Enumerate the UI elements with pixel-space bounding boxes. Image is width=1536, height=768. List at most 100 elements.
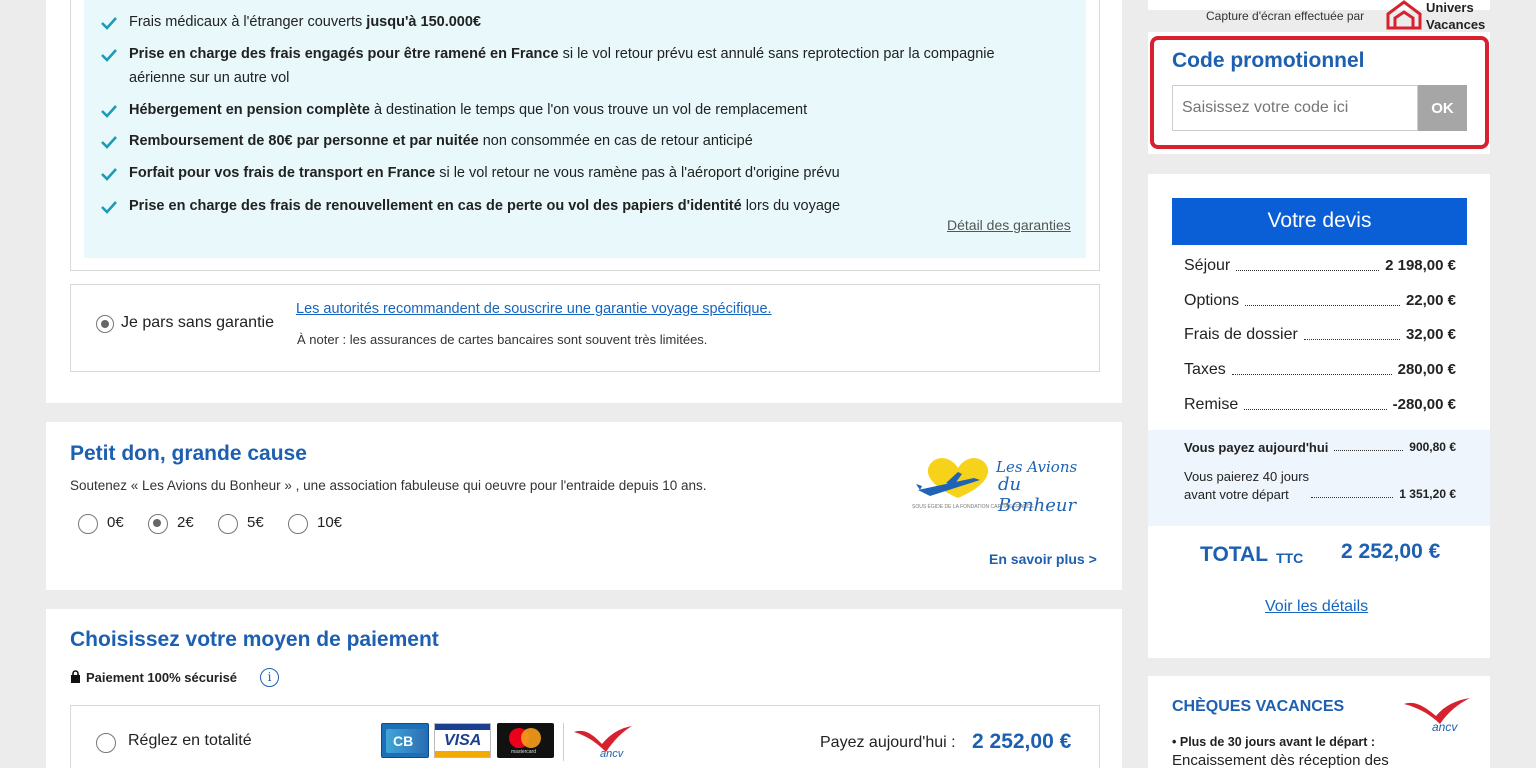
check-icon <box>100 167 118 181</box>
dots <box>1245 305 1400 306</box>
devis-row: Frais de dossier 32,00 € <box>1184 326 1456 344</box>
full-payment-radio[interactable] <box>96 733 116 753</box>
devis-row-value: 32,00 € <box>1405 326 1456 343</box>
guarantee-bold-text: Hébergement en pension complète <box>129 102 370 118</box>
dots <box>1310 497 1394 498</box>
devis-row-value: -280,00 € <box>1392 396 1456 413</box>
avions-du-bonheur-logo: Les Avions du Bonheur SOUS ÉGIDE DE LA F… <box>910 450 1080 522</box>
bank-card-note: À noter : les assurances de cartes banca… <box>297 332 708 347</box>
pay-today-row: Vous payez aujourd'hui 900,80 € <box>1184 440 1456 455</box>
devis-row-value: 22,00 € <box>1405 292 1456 309</box>
devis-row-label: Remise <box>1184 396 1239 413</box>
brand-line1: Univers <box>1426 0 1474 15</box>
guarantee-item: Hébergement en pension complète à destin… <box>129 99 807 122</box>
guarantee-bold-text: jusqu'à 150.000€ <box>366 14 481 30</box>
guarantee-item: aérienne sur un autre vol <box>129 67 289 90</box>
donation-more-link[interactable]: En savoir plus > <box>989 551 1097 567</box>
ancv-icon: ancv <box>572 722 634 762</box>
guarantee-list-bg <box>84 0 1086 258</box>
donation-radio[interactable] <box>288 514 308 534</box>
secure-label: Paiement 100% sécurisé <box>86 670 238 685</box>
total-label: TOTAL <box>1200 543 1269 566</box>
donation-radio[interactable] <box>78 514 98 534</box>
promo-code-input[interactable] <box>1172 85 1418 131</box>
devis-row-label: Options <box>1184 292 1240 309</box>
pay-today-row-label: Vous payez aujourd'hui <box>1184 440 1329 455</box>
pay-later-value: 1 351,20 € <box>1399 487 1456 501</box>
pay-later-line1: Vous paierez 40 jours <box>1184 469 1310 484</box>
pay-later-line2: avant votre départ <box>1184 487 1289 502</box>
guarantee-text: Frais médicaux à l'étranger couverts <box>129 14 367 30</box>
pay-later-row: avant votre départ 1 351,20 € <box>1184 487 1456 502</box>
donation-option-label[interactable]: 0€ <box>107 514 124 531</box>
donation-option-label[interactable]: 2€ <box>177 514 194 531</box>
guarantee-item: Forfait pour vos frais de transport en F… <box>129 162 840 185</box>
cheques-bullet: • Plus de 30 jours avant le départ : <box>1172 735 1376 749</box>
donation-radio[interactable] <box>148 514 168 534</box>
check-icon <box>100 200 118 214</box>
dots <box>1236 270 1380 271</box>
guarantee-text: lors du voyage <box>741 198 841 214</box>
brand-line2: Vacances <box>1426 17 1486 32</box>
promo-title: Code promotionnel <box>1172 49 1365 72</box>
devis-row-label: Séjour <box>1184 257 1231 274</box>
cheques-text: Encaissement dès réception des <box>1172 752 1389 768</box>
devis-panel <box>1148 174 1490 658</box>
logo-sub: SOUS ÉGIDE DE LA FONDATION CARITAS FRANC… <box>912 504 1034 510</box>
promo-ok-button[interactable]: OK <box>1418 85 1467 131</box>
guarantee-text: à destination le temps que l'on vous tro… <box>369 102 808 118</box>
guarantee-text: non consommée en cas de retour anticipé <box>478 133 753 149</box>
guarantee-item: Prise en charge des frais de renouvellem… <box>129 195 840 218</box>
devis-row-value: 2 198,00 € <box>1385 257 1456 274</box>
devis-title: Votre devis <box>1267 209 1372 232</box>
no-guarantee-radio[interactable] <box>96 315 114 333</box>
dots <box>1334 450 1404 451</box>
total-value: 2 252,00 € <box>1341 540 1441 563</box>
pay-today-amount: 2 252,00 € <box>972 730 1072 753</box>
dots <box>1303 339 1400 340</box>
donation-title: Petit don, grande cause <box>70 442 307 465</box>
check-icon <box>100 48 118 62</box>
mastercard-icon: mastercard <box>497 723 554 758</box>
cheques-title: CHÈQUES VACANCES <box>1172 698 1345 715</box>
check-icon <box>100 16 118 30</box>
devis-row: Taxes 280,00 € <box>1184 361 1456 379</box>
pay-today-row-value: 900,80 € <box>1409 440 1456 454</box>
check-icon <box>100 135 118 149</box>
card-divider <box>563 723 564 761</box>
total-ttc: TTC <box>1276 550 1304 566</box>
pay-today-label: Payez aujourd'hui : <box>820 734 956 751</box>
donation-option-label[interactable]: 10€ <box>317 514 342 531</box>
devis-row-label: Taxes <box>1184 361 1226 378</box>
cb-card-icon: CB <box>381 723 429 758</box>
check-icon <box>100 104 118 118</box>
guarantee-bold-text: Forfait pour vos frais de transport en F… <box>129 165 436 181</box>
donation-radio[interactable] <box>218 514 238 534</box>
guarantee-text: aérienne sur un autre vol <box>129 70 290 86</box>
full-payment-label[interactable]: Réglez en totalité <box>128 732 252 750</box>
guarantee-text: si le vol retour prévu est annulé sans r… <box>558 46 995 62</box>
cheques-bullet-text: Plus de 30 jours avant le départ : <box>1179 735 1376 749</box>
guarantee-item: Prise en charge des frais engagés pour ê… <box>129 43 995 66</box>
devis-row: Options 22,00 € <box>1184 292 1456 310</box>
donation-option-label[interactable]: 5€ <box>247 514 264 531</box>
guarantee-bold-text: Prise en charge des frais de renouvellem… <box>129 198 742 214</box>
dots <box>1231 374 1392 375</box>
guarantee-details-link[interactable]: Détail des garanties <box>947 217 1071 233</box>
guarantee-item: Remboursement de 80€ par personne et par… <box>129 130 753 153</box>
info-icon[interactable]: i <box>260 668 279 687</box>
no-guarantee-label[interactable]: Je pars sans garantie <box>121 314 274 332</box>
guarantee-bold-text: Remboursement de 80€ par personne et par… <box>129 133 479 149</box>
guarantee-text: si le vol retour ne vous ramène pas à l'… <box>435 165 840 181</box>
guarantee-bold-text: Prise en charge des frais engagés pour ê… <box>129 46 559 62</box>
devis-row-label: Frais de dossier <box>1184 326 1298 343</box>
payment-title: Choisissez votre moyen de paiement <box>70 628 439 651</box>
univers-vacances-logo-icon <box>1385 0 1423 35</box>
recommend-link[interactable]: Les autorités recommandent de souscrire … <box>296 301 772 317</box>
dots <box>1244 409 1387 410</box>
devis-details-link[interactable]: Voir les détails <box>1265 598 1368 616</box>
lock-icon <box>70 670 81 688</box>
guarantee-item: Frais médicaux à l'étranger couverts jus… <box>129 11 481 34</box>
visa-card-icon: VISA <box>434 723 491 758</box>
devis-row: Remise -280,00 € <box>1184 396 1456 414</box>
